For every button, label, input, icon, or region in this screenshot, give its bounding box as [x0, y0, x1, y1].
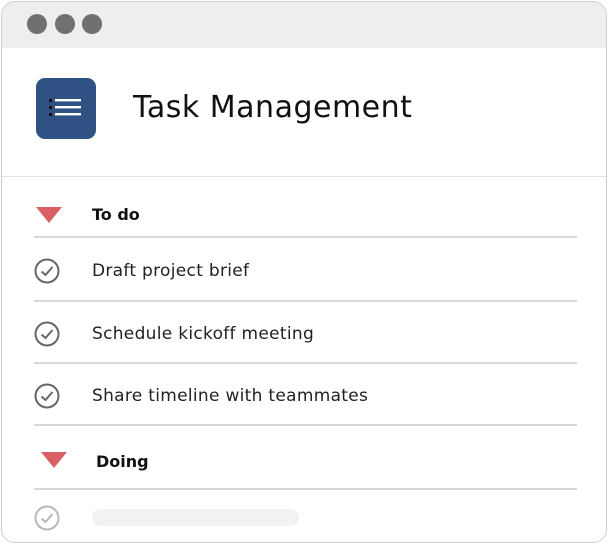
close-dot[interactable]	[27, 14, 47, 34]
section-header-todo[interactable]: To do	[34, 185, 577, 238]
task-row[interactable]: Draft project brief	[34, 240, 577, 302]
divider	[34, 488, 577, 490]
page-title: Task Management	[133, 90, 413, 125]
app-header: Task Management	[2, 48, 606, 177]
task-label: Schedule kickoff meeting	[92, 324, 315, 344]
triangle-down-icon	[41, 452, 67, 468]
check-circle-icon[interactable]	[34, 505, 60, 531]
minimize-dot[interactable]	[55, 14, 75, 34]
maximize-dot[interactable]	[82, 14, 102, 34]
window-titlebar	[2, 2, 606, 48]
section-label: To do	[92, 205, 140, 224]
task-row[interactable]: Share timeline with teammates	[34, 364, 577, 426]
list-icon[interactable]	[36, 78, 96, 139]
check-circle-icon[interactable]	[34, 321, 60, 347]
section-header-doing[interactable]: Doing	[34, 428, 577, 490]
triangle-down-icon	[36, 207, 62, 223]
divider	[34, 236, 577, 238]
section-label: Doing	[96, 452, 149, 471]
task-placeholder	[92, 509, 299, 526]
check-circle-icon[interactable]	[34, 383, 60, 409]
divider	[34, 424, 577, 426]
task-label: Draft project brief	[92, 261, 250, 281]
task-label: Share timeline with teammates	[92, 386, 369, 406]
check-circle-icon[interactable]	[34, 258, 60, 284]
task-row[interactable]: Schedule kickoff meeting	[34, 302, 577, 364]
